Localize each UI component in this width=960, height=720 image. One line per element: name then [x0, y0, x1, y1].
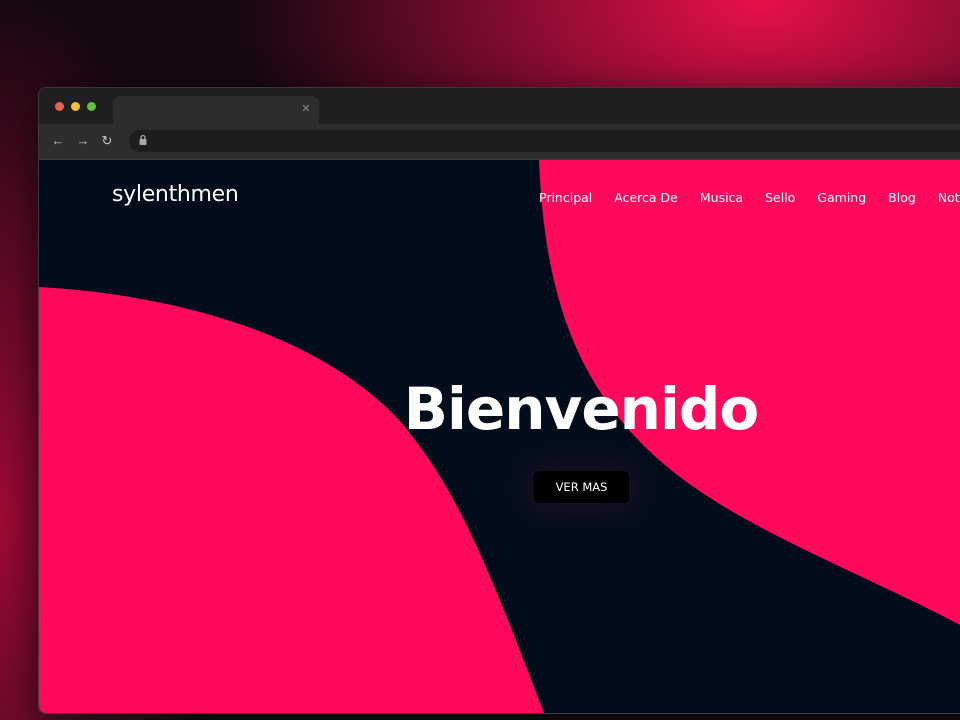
- address-bar[interactable]: [129, 130, 960, 152]
- browser-tab[interactable]: ✕: [113, 96, 319, 124]
- browser-titlebar: ✕: [39, 88, 960, 124]
- nav-item-gaming[interactable]: Gaming: [817, 190, 866, 205]
- browser-window: ✕ ← → ↻ sylenthmen Principal Acerca De M…: [38, 87, 960, 714]
- ver-mas-button[interactable]: VER MAS: [534, 471, 629, 503]
- close-icon[interactable]: ✕: [299, 102, 313, 116]
- nav-item-acerca-de[interactable]: Acerca De: [614, 190, 678, 205]
- maximize-window-button[interactable]: [87, 102, 96, 111]
- nav-item-musica[interactable]: Musica: [700, 190, 743, 205]
- web-page: sylenthmen Principal Acerca De Musica Se…: [39, 160, 960, 713]
- reload-icon[interactable]: ↻: [99, 133, 115, 149]
- left-pink-blob: [39, 287, 544, 713]
- close-window-button[interactable]: [55, 102, 64, 111]
- site-logo[interactable]: sylenthmen: [112, 182, 239, 207]
- browser-toolbar: ← → ↻: [39, 124, 960, 160]
- minimize-window-button[interactable]: [71, 102, 80, 111]
- nav-item-principal[interactable]: Principal: [539, 190, 592, 205]
- nav-item-notc[interactable]: Notc: [938, 190, 960, 205]
- lock-icon: [139, 134, 147, 145]
- hero-title: Bienvenido: [403, 375, 759, 443]
- nav-item-sello[interactable]: Sello: [765, 190, 795, 205]
- arrow-left-icon[interactable]: ←: [50, 133, 66, 149]
- arrow-right-icon[interactable]: →: [75, 133, 91, 149]
- main-navigation: Principal Acerca De Musica Sello Gaming …: [539, 190, 960, 205]
- nav-item-blog[interactable]: Blog: [888, 190, 916, 205]
